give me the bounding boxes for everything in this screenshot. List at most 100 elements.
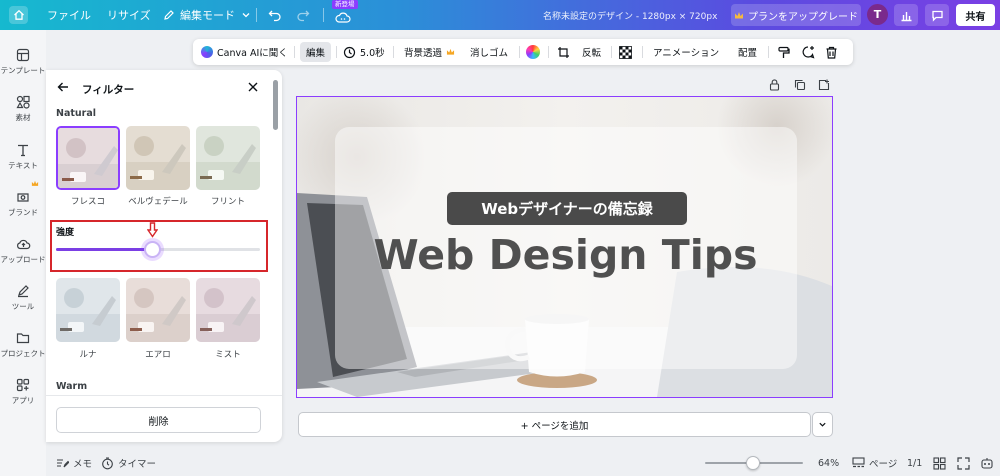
edit-button[interactable]: 編集 — [300, 42, 332, 62]
transparency-icon — [619, 45, 632, 59]
bar-chart-icon — [901, 11, 911, 21]
crown-icon — [31, 180, 39, 186]
intensity-slider-track[interactable] — [56, 241, 260, 258]
rail-item-projects[interactable]: プロジェクト — [0, 331, 46, 359]
section-warm: Warm — [56, 381, 88, 392]
color-picker-button[interactable] — [526, 39, 540, 65]
intensity-slider-handle[interactable] — [143, 241, 161, 258]
rail-label: 素材 — [15, 113, 31, 122]
rail-label: ツール — [11, 302, 35, 311]
insights-button[interactable] — [894, 4, 918, 26]
divider — [548, 46, 549, 58]
rail-label: テンプレート — [0, 66, 46, 75]
upgrade-button[interactable]: プランをアップグレード — [731, 4, 861, 26]
apps-icon — [16, 378, 30, 392]
zoom-slider-handle[interactable] — [746, 456, 760, 470]
rail-item-apps[interactable]: アプリ — [0, 378, 46, 406]
robot-icon — [981, 457, 993, 469]
home-button[interactable] — [9, 6, 28, 24]
crop-button[interactable] — [557, 39, 570, 65]
filter-label: エアロ — [145, 350, 171, 360]
add-page-dropdown[interactable] — [812, 412, 833, 437]
home-icon — [13, 9, 24, 20]
file-menu[interactable]: ファイル — [47, 0, 91, 30]
divider — [256, 8, 257, 22]
chevron-down-icon — [819, 422, 826, 427]
filter-panel: フィルター Natural フレスコ ベルヴェデール フリント 強度 ルナ エア… — [46, 70, 282, 442]
lock-button[interactable] — [769, 79, 780, 94]
rail-item-text[interactable]: テキスト — [0, 143, 46, 171]
redo-button[interactable] — [296, 0, 310, 30]
rail-item-uploads[interactable]: アップロード — [0, 237, 46, 265]
bg-remove-label: 背景透過 — [404, 48, 443, 59]
pages-button[interactable]: ページ — [852, 450, 897, 476]
design-canvas[interactable]: Webデザイナーの備忘録 Web Design Tips — [296, 96, 833, 398]
filter-thumb-luna[interactable] — [56, 278, 120, 342]
add-page-button[interactable]: + ページを追加 — [298, 412, 811, 437]
panel-scrollbar[interactable] — [273, 80, 278, 130]
arrow-left-icon — [57, 82, 68, 92]
filter-thumb-belvedere[interactable] — [126, 126, 190, 190]
filter-preview-image — [196, 126, 260, 190]
fullscreen-button[interactable] — [957, 450, 970, 476]
grid-view-icon — [933, 456, 946, 470]
rail-item-brand[interactable]: ブランド — [0, 180, 46, 218]
copy-style-button[interactable] — [777, 39, 790, 65]
filter-label: ミスト — [215, 350, 241, 360]
filter-thumb-mist[interactable] — [196, 278, 260, 342]
canva-ai-button[interactable]: Canva AIに聞く — [201, 39, 288, 65]
position-button[interactable]: 配置 — [738, 39, 757, 65]
document-title[interactable]: 名称未設定のデザイン - 1280px × 720px — [543, 0, 717, 30]
comment-add-button[interactable] — [801, 39, 815, 65]
bg-remove-button[interactable]: 背景透過 — [404, 39, 455, 65]
canvas-title[interactable]: Web Design Tips — [297, 231, 832, 279]
close-icon — [248, 82, 258, 92]
filter-thumb-fresco[interactable] — [56, 126, 120, 190]
add-page-icon-button[interactable] — [818, 79, 830, 94]
filter-preview-image — [196, 278, 260, 342]
filter-thumb-flint[interactable] — [196, 126, 260, 190]
back-button[interactable] — [56, 80, 70, 97]
rail-item-templates[interactable]: テンプレート — [0, 48, 46, 76]
comment-button[interactable] — [925, 4, 949, 26]
close-button[interactable] — [246, 80, 260, 97]
eraser-button[interactable]: 消しゴム — [470, 39, 508, 65]
timer-button[interactable]: タイマー — [101, 450, 156, 476]
edit-mode-label: 編集モード — [180, 9, 235, 22]
edit-mode-dropdown[interactable]: 編集モード — [163, 0, 251, 30]
avatar[interactable]: T — [867, 4, 888, 25]
upload-cloud-icon — [16, 239, 30, 250]
rail-label: プロジェクト — [0, 349, 46, 358]
resize-menu[interactable]: リサイズ — [107, 0, 151, 30]
duration-button[interactable]: 5.0秒 — [343, 39, 385, 65]
crop-icon — [558, 46, 569, 58]
rail-item-elements[interactable]: 素材 — [0, 95, 46, 123]
divider — [294, 46, 295, 58]
transparency-button[interactable] — [619, 39, 632, 65]
duplicate-page-button[interactable] — [794, 79, 806, 94]
zoom-value[interactable]: 64% — [818, 450, 839, 476]
divider — [336, 46, 337, 58]
timer-icon — [102, 456, 113, 469]
cloud-save-button[interactable] — [335, 2, 351, 32]
filter-label: フリント — [210, 197, 245, 207]
trash-button[interactable] — [825, 39, 838, 65]
comment-icon — [931, 10, 943, 22]
timer-label: タイマー — [118, 459, 157, 470]
canvas-subtitle[interactable]: Webデザイナーの備忘録 — [447, 192, 687, 225]
divider — [519, 46, 520, 58]
assistant-button[interactable] — [980, 450, 994, 476]
share-button[interactable]: 共有 — [956, 4, 995, 26]
arrow-down-annotation-icon — [146, 222, 159, 241]
flip-button[interactable]: 反転 — [582, 39, 601, 65]
undo-button[interactable] — [268, 0, 282, 30]
rail-item-tools[interactable]: ツール — [0, 284, 46, 312]
animation-button[interactable]: アニメーション — [653, 39, 719, 65]
rail-label: アップロード — [0, 255, 46, 264]
grid-view-button[interactable] — [933, 450, 946, 476]
delete-button[interactable]: 削除 — [56, 407, 261, 433]
draw-tool-icon — [18, 285, 29, 298]
notes-button[interactable]: メモ — [56, 450, 92, 476]
filter-thumb-aero[interactable] — [126, 278, 190, 342]
page-count[interactable]: 1/1 — [907, 450, 922, 476]
